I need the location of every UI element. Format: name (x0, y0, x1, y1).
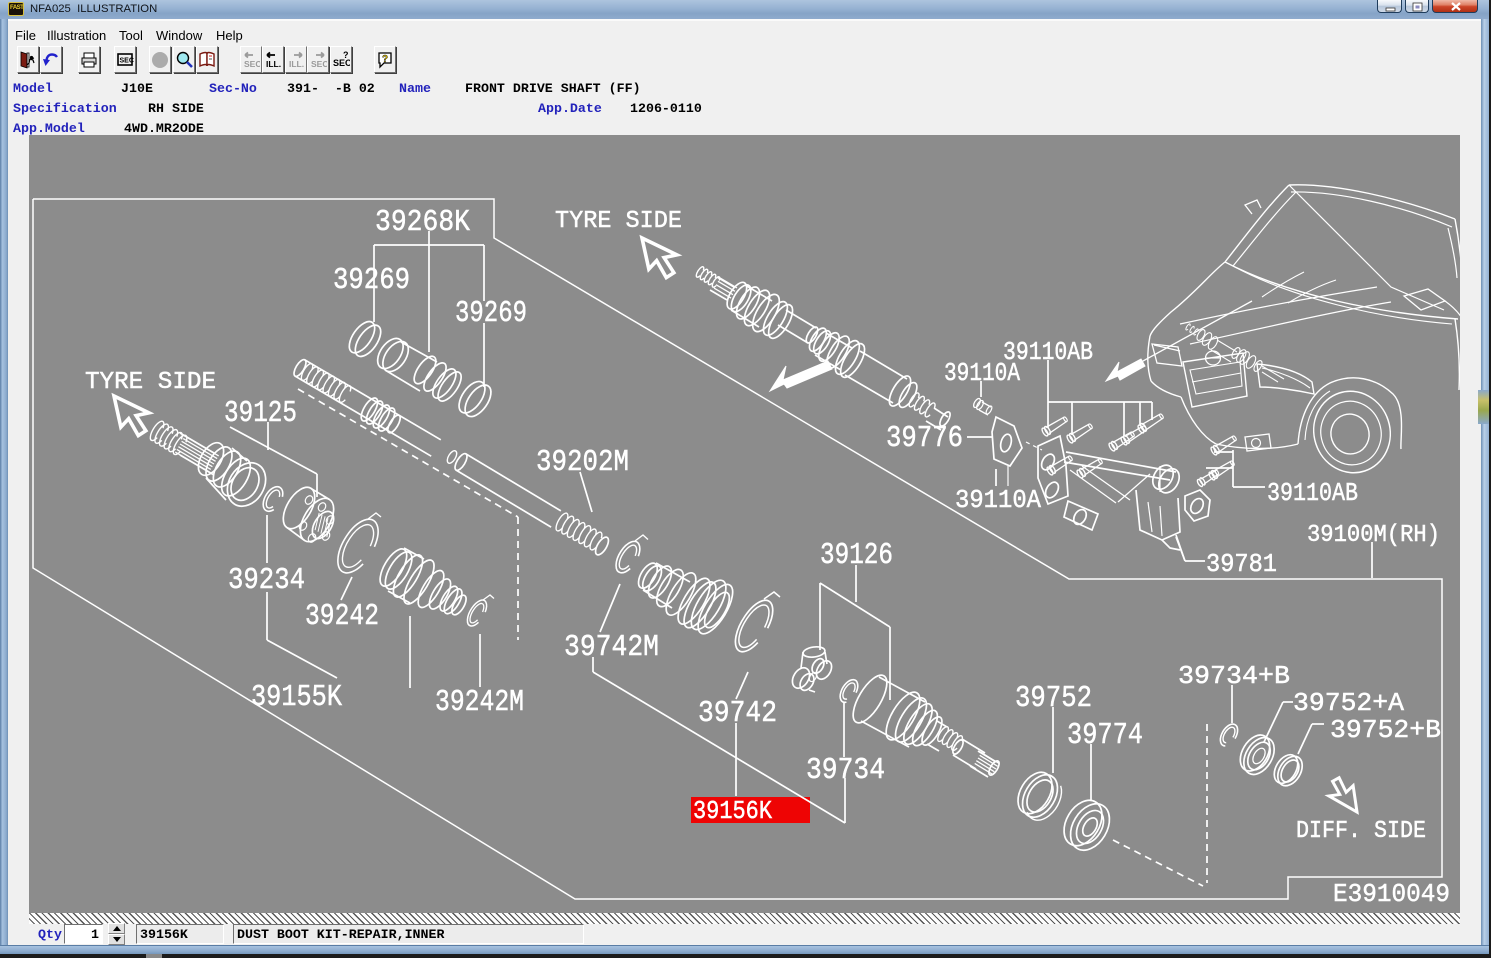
svg-text:DIFF. SIDE: DIFF. SIDE (1296, 818, 1426, 845)
svg-text:39734+B: 39734+B (1178, 661, 1290, 691)
svg-text:TYRE SIDE: TYRE SIDE (555, 208, 682, 235)
svg-text:39242: 39242 (305, 599, 379, 634)
svg-text:39269: 39269 (455, 296, 527, 331)
svg-text:SEC.: SEC. (244, 59, 260, 69)
svg-text:39776: 39776 (886, 421, 963, 456)
svg-text:39110A: 39110A (955, 485, 1041, 515)
svg-text:39268K: 39268K (375, 205, 470, 240)
svg-text:39155K: 39155K (251, 680, 342, 715)
svg-text:39125: 39125 (224, 396, 297, 431)
svg-text:39781: 39781 (1206, 549, 1277, 579)
svg-text:E3910049: E3910049 (1333, 879, 1450, 909)
svg-text:39110A: 39110A (944, 358, 1020, 388)
svg-text:?: ? (343, 50, 349, 60)
svg-text:39242M: 39242M (435, 685, 524, 720)
svg-text:39742M: 39742M (564, 630, 659, 665)
svg-text:ILL.: ILL. (266, 59, 281, 69)
svg-text:TYRE SIDE: TYRE SIDE (85, 369, 216, 396)
svg-text:SEC.: SEC. (311, 59, 327, 69)
svg-text:39742: 39742 (698, 696, 777, 731)
svg-text:ILL.: ILL. (289, 59, 304, 69)
svg-text:SEC: SEC (119, 57, 133, 64)
svg-text:39110AB: 39110AB (1267, 478, 1358, 508)
svg-text:?: ? (382, 54, 388, 65)
svg-text:39202M: 39202M (536, 445, 629, 480)
svg-text:39156K: 39156K (693, 796, 772, 826)
svg-text:39774: 39774 (1067, 718, 1143, 753)
svg-text:39752+B: 39752+B (1330, 715, 1441, 745)
svg-text:39269: 39269 (333, 263, 410, 298)
svg-text:39100M(RH): 39100M(RH) (1307, 522, 1440, 549)
svg-text:39752+A: 39752+A (1293, 688, 1404, 718)
